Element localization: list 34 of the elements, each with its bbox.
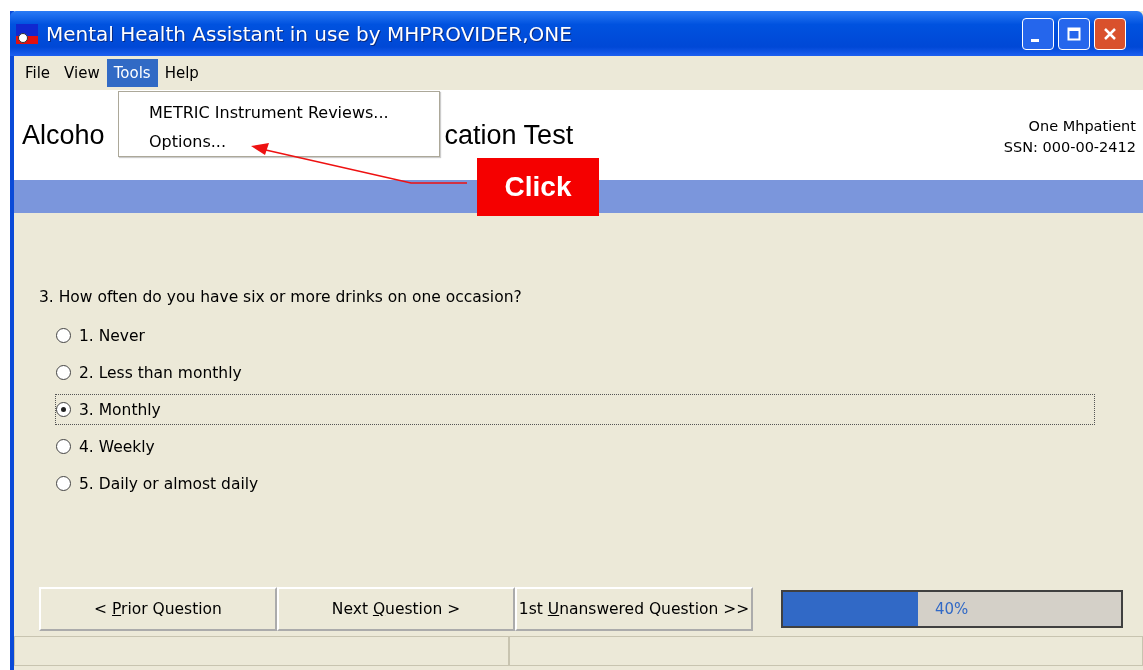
navigation-button[interactable]: < Prior Question	[39, 587, 277, 631]
navigation-button[interactable]: Next Question >	[277, 587, 515, 631]
radio-button[interactable]	[56, 365, 71, 380]
menu-item[interactable]: METRIC Instrument Reviews...	[149, 98, 439, 127]
instrument-title: cation Test	[444, 119, 574, 151]
menu-item[interactable]: File	[18, 59, 58, 87]
instrument-title: Alcoho	[22, 119, 105, 151]
close-icon	[1103, 26, 1117, 41]
menu-item[interactable]: Options...	[149, 127, 439, 156]
menu-item[interactable]: View	[57, 59, 107, 87]
radio-button[interactable]	[56, 328, 71, 343]
radio-option[interactable]: 3. Monthly	[55, 394, 1095, 425]
radio-option[interactable]: 5. Daily or almost daily	[55, 468, 1095, 499]
maximize-button[interactable]	[1058, 17, 1090, 50]
callout-label: Click	[477, 158, 599, 216]
patient-ssn: SSN: 000-00-2412	[1003, 138, 1136, 157]
radio-button[interactable]	[56, 476, 71, 491]
patient-name: One Mhpatient	[1028, 117, 1136, 136]
minimize-button[interactable]	[1022, 17, 1054, 50]
navigation-button[interactable]: 1st Unanswered Question >>	[515, 587, 753, 631]
radio-option[interactable]: 2. Less than monthly	[55, 357, 1095, 388]
close-button[interactable]	[1094, 17, 1126, 50]
question-text: 3. How often do you have six or more drinks on one occasion?	[39, 288, 523, 306]
app-icon	[16, 23, 38, 44]
radio-option[interactable]: 1. Never	[55, 320, 1095, 351]
progress-reading: 40%	[935, 600, 969, 618]
minimize-icon	[1031, 39, 1039, 42]
radio-button[interactable]	[56, 439, 71, 454]
radio-button[interactable]	[56, 402, 71, 417]
menu-item[interactable]: Tools	[106, 59, 158, 87]
window-title: Mental Health Assistant in use by MHPROVIDER,ONE	[46, 21, 572, 46]
radio-option[interactable]: 4. Weekly	[55, 431, 1095, 462]
menu-item[interactable]: Help	[157, 59, 206, 87]
maximize-icon	[1067, 26, 1081, 41]
